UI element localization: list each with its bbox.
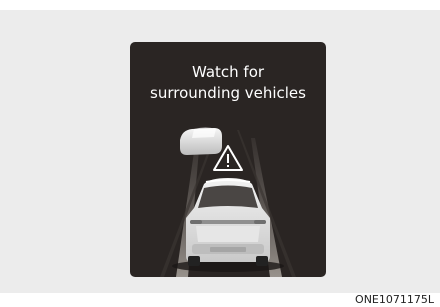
cluster-display: Watch for surrounding vehicles (130, 42, 326, 277)
warning-message: Watch for surrounding vehicles (130, 62, 326, 104)
side-vehicle-icon (180, 127, 222, 155)
warning-message-line2: surrounding vehicles (150, 84, 306, 102)
warning-message-line1: Watch for (191, 63, 265, 81)
image-code-label: ONE1071175L (355, 293, 434, 306)
